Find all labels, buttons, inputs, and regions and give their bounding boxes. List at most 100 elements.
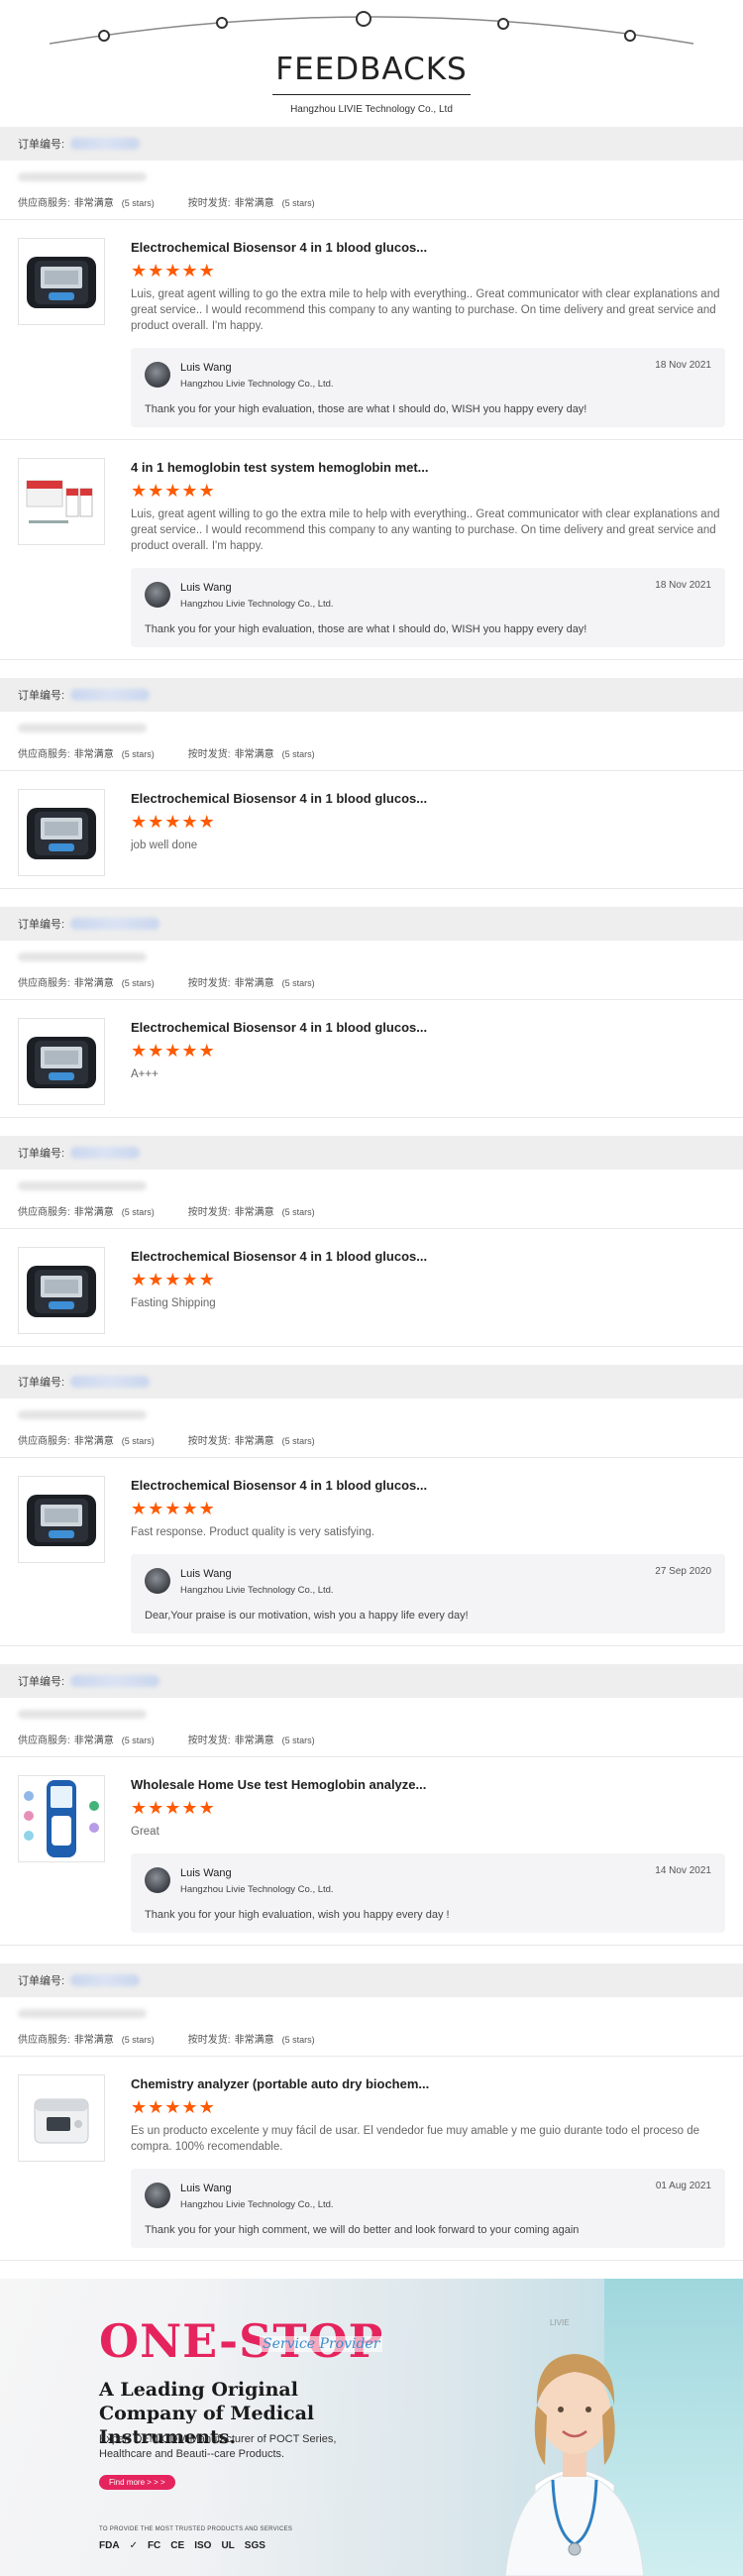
order-number-redacted <box>70 1974 141 1986</box>
avatar <box>145 1568 170 1594</box>
page-title: FEEDBACKS <box>275 52 468 87</box>
supplier-service-rating: 供应商服务: 非常满意 (5 stars) <box>18 749 155 760</box>
star-icon: ★ <box>148 1798 164 1818</box>
star-icon: ★ <box>181 481 198 501</box>
product-thumbnail[interactable] <box>18 1018 105 1105</box>
order-number-bar: 订单编号: <box>0 127 743 161</box>
order-ratings: 供应商服务: 非常满意 (5 stars) 按时发货: 非常满意 (5 stars) <box>0 161 743 220</box>
product-thumbnail[interactable] <box>18 458 105 545</box>
decorative-arc <box>49 11 694 45</box>
order-feedback-block: 订单编号: 供应商服务: 非常满意 (5 stars) 按时发货: 非常满意 (5 star… <box>0 1136 743 1347</box>
star-icon: ★ <box>131 1499 148 1518</box>
cert-logo: UL <box>221 2540 235 2551</box>
cert-logo: ISO <box>194 2540 212 2551</box>
banner-description: Expert OEM/ODM Manufacturer of POCT Seri… <box>99 2433 337 2460</box>
star-icon: ★ <box>164 812 181 832</box>
star-icon: ★ <box>131 812 148 832</box>
review-item: Electrochemical Biosensor 4 in 1 blood g… <box>0 771 743 889</box>
reply-message: Thank you for your high comment, we will… <box>145 2224 580 2236</box>
avatar <box>145 2183 170 2208</box>
star-icon: ★ <box>148 1041 164 1061</box>
reply-author: Luis Wang <box>180 1568 232 1580</box>
seller-reply: Luis Wang Hangzhou Livie Technology Co., … <box>131 2169 725 2248</box>
product-name-link[interactable]: Electrochemical Biosensor 4 in 1 blood g… <box>131 791 725 806</box>
supplier-service-rating: 供应商服务: 非常满意 (5 stars) <box>18 198 155 209</box>
on-time-shipping-rating: 按时发货: 非常满意 (5 stars) <box>187 1736 315 1746</box>
product-name-link[interactable]: Electrochemical Biosensor 4 in 1 blood g… <box>131 1249 725 1264</box>
order-feedback-block: 订单编号: 供应商服务: 非常满意 (5 stars) 按时发货: 非常满意 (5 star… <box>0 1963 743 2261</box>
seller-reply: Luis Wang Hangzhou Livie Technology Co., … <box>131 1554 725 1633</box>
order-number-label: 订单编号: <box>18 690 65 702</box>
feedback-page: FEEDBACKS Hangzhou LIVIE Technology Co.,… <box>0 0 743 2576</box>
order-ratings: 供应商服务: 非常满意 (5 stars) 按时发货: 非常满意 (5 stars) <box>0 1698 743 1757</box>
reply-date: 18 Nov 2021 <box>655 360 711 371</box>
buyer-name-redacted <box>18 172 147 181</box>
buyer-name-redacted <box>18 2009 147 2018</box>
reply-company: Hangzhou Livie Technology Co., Ltd. <box>180 599 334 610</box>
star-icon: ★ <box>181 2097 198 2117</box>
reply-author: Luis Wang <box>180 362 232 374</box>
star-icon: ★ <box>148 812 164 832</box>
on-time-shipping-rating: 按时发货: 非常满意 (5 stars) <box>187 1436 315 1447</box>
order-feedback-block: 订单编号: 供应商服务: 非常满意 (5 stars) 按时发货: 非常满意 (5 star… <box>0 127 743 660</box>
product-thumbnail[interactable] <box>18 1247 105 1334</box>
product-name-link[interactable]: Electrochemical Biosensor 4 in 1 blood g… <box>131 240 725 255</box>
star-rating: ★★★★★ <box>131 2097 725 2117</box>
product-name-link[interactable]: Wholesale Home Use test Hemoglobin analy… <box>131 1777 725 1792</box>
feedback-header: FEEDBACKS Hangzhou LIVIE Technology Co.,… <box>0 0 743 127</box>
star-icon: ★ <box>181 1270 198 1289</box>
order-ratings: 供应商服务: 非常满意 (5 stars) 按时发货: 非常满意 (5 stars) <box>0 941 743 1000</box>
star-icon: ★ <box>148 261 164 280</box>
product-name-link[interactable]: Chemistry analyzer (portable auto dry bi… <box>131 2076 725 2091</box>
star-icon: ★ <box>181 261 198 280</box>
order-feedback-block: 订单编号: 供应商服务: 非常满意 (5 stars) 按时发货: 非常满意 (5 star… <box>0 1664 743 1946</box>
product-name-link[interactable]: Electrochemical Biosensor 4 in 1 blood g… <box>131 1020 725 1035</box>
star-icon: ★ <box>131 1041 148 1061</box>
product-thumbnail[interactable] <box>18 238 105 325</box>
order-number-label: 订单编号: <box>18 1676 65 1688</box>
review-item: Electrochemical Biosensor 4 in 1 blood g… <box>0 1229 743 1347</box>
reply-date: 14 Nov 2021 <box>655 1865 711 1876</box>
star-icon: ★ <box>198 1499 215 1518</box>
on-time-shipping-rating: 按时发货: 非常满意 (5 stars) <box>187 198 315 209</box>
product-thumbnail[interactable] <box>18 1476 105 1563</box>
doctor-illustration <box>504 2354 645 2576</box>
star-rating: ★★★★★ <box>131 812 725 832</box>
supplier-service-rating: 供应商服务: 非常满意 (5 stars) <box>18 978 155 989</box>
star-icon: ★ <box>181 1798 198 1818</box>
supplier-service-rating: 供应商服务: 非常满意 (5 stars) <box>18 1736 155 1746</box>
reply-company: Hangzhou Livie Technology Co., Ltd. <box>180 2199 334 2210</box>
find-more-button[interactable]: Find more > > > <box>99 2475 175 2490</box>
certification-logos: FDA ✓ FC CE ISO UL SGS <box>99 2540 265 2551</box>
product-name-link[interactable]: Electrochemical Biosensor 4 in 1 blood g… <box>131 1478 725 1493</box>
reply-author: Luis Wang <box>180 2183 232 2194</box>
on-time-shipping-rating: 按时发货: 非常满意 (5 stars) <box>187 978 315 989</box>
reply-message: Thank you for your high evaluation, wish… <box>145 1909 450 1921</box>
star-icon: ★ <box>131 481 148 501</box>
product-name-link[interactable]: 4 in 1 hemoglobin test system hemoglobin… <box>131 460 725 475</box>
star-icon: ★ <box>148 1270 164 1289</box>
star-icon: ★ <box>131 261 148 280</box>
order-number-label: 订单编号: <box>18 1377 65 1389</box>
reply-company: Hangzhou Livie Technology Co., Ltd. <box>180 1884 334 1895</box>
supplier-service-rating: 供应商服务: 非常满意 (5 stars) <box>18 2035 155 2046</box>
star-rating: ★★★★★ <box>131 1041 725 1061</box>
product-thumbnail[interactable] <box>18 1775 105 1862</box>
order-number-label: 订单编号: <box>18 139 65 151</box>
review-text: Luis, great agent willing to go the extr… <box>131 288 720 332</box>
product-thumbnail[interactable] <box>18 2074 105 2162</box>
star-icon: ★ <box>164 2097 181 2117</box>
cert-logo: FC <box>147 2540 161 2551</box>
review-text: Great <box>131 1826 159 1838</box>
order-feedback-block: 订单编号: 供应商服务: 非常满意 (5 stars) 按时发货: 非常满意 (5 star… <box>0 678 743 889</box>
cert-logo: ✓ <box>129 2540 138 2551</box>
review-text: Es un producto excelente y muy fácil de … <box>131 2125 700 2153</box>
banner-note: TO PROVIDE THE MOST TRUSTED PRODUCTS AND… <box>99 2526 293 2532</box>
supplier-service-rating: 供应商服务: 非常满意 (5 stars) <box>18 1436 155 1447</box>
product-thumbnail[interactable] <box>18 789 105 876</box>
star-icon: ★ <box>181 1499 198 1518</box>
star-icon: ★ <box>164 481 181 501</box>
order-number-label: 订单编号: <box>18 919 65 931</box>
